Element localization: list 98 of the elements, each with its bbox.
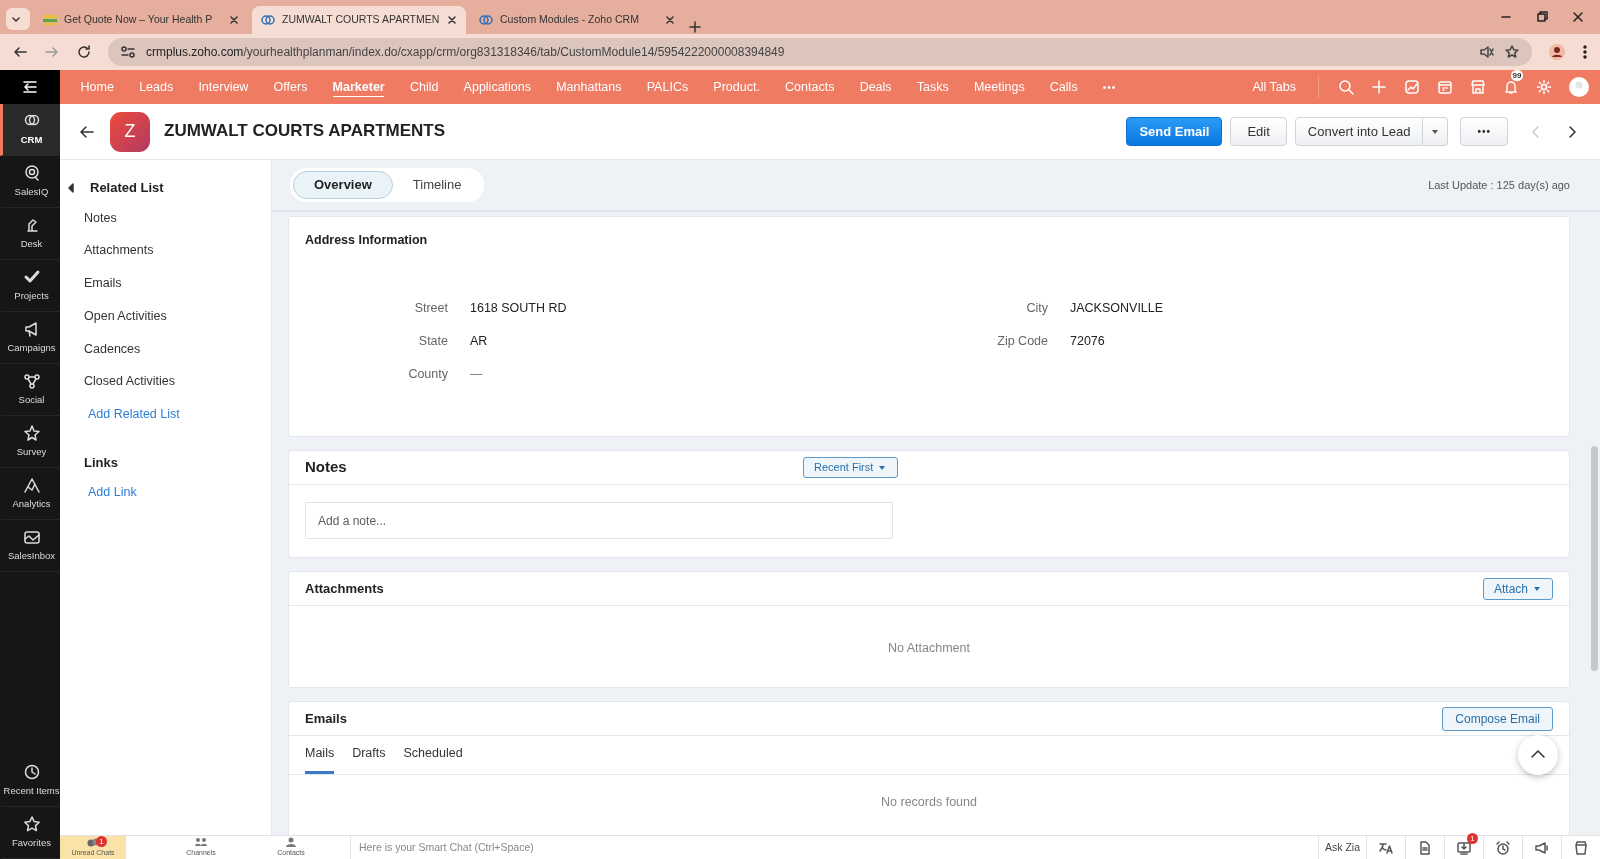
site-settings-icon[interactable]: [120, 44, 136, 60]
card-title: Notes: [305, 457, 348, 478]
app-switcher-item[interactable]: Projects: [0, 260, 60, 312]
app-switcher-item[interactable]: CRM: [0, 104, 60, 156]
more-actions-button[interactable]: •••: [1460, 117, 1508, 146]
browser-tab[interactable]: Custom Modules - Zoho CRM: [470, 6, 684, 34]
address-bar[interactable]: crmplus.zoho.com/yourhealthplanman/index.do/cxapp/crm/org831318346/tab/CustomModule14/5954222000008394849: [108, 38, 1532, 66]
section-heading: Links: [84, 453, 119, 472]
rings-icon: [478, 12, 494, 28]
attach-dropdown[interactable]: Attach: [1482, 577, 1553, 600]
calendar-icon[interactable]: [1436, 79, 1453, 95]
record-avatar: Z: [110, 111, 150, 152]
field-value: JACKSONVILLE: [1070, 299, 1164, 317]
field-value: 72076: [1070, 332, 1105, 350]
field-label: Street: [413, 299, 449, 317]
restore-icon[interactable]: [1536, 11, 1548, 23]
close-icon[interactable]: [664, 14, 676, 26]
convert-into-lead-button[interactable]: Convert into Lead: [1294, 117, 1424, 146]
app-switcher-item[interactable]: Recent Items: [0, 755, 60, 807]
close-icon[interactable]: [1572, 11, 1584, 23]
field-label: County: [407, 365, 449, 383]
app-switcher-item[interactable]: Campaigns: [0, 312, 60, 364]
network-icon: [22, 371, 41, 390]
dropdown-toggle-button[interactable]: [1423, 117, 1449, 146]
close-icon[interactable]: [446, 14, 458, 26]
user-avatar-icon[interactable]: [1568, 76, 1590, 98]
card-title: Attachments: [305, 579, 384, 598]
url-text: crmplus.zoho.com/yourhealthplanman/index.do/cxapp/crm/org831318346/tab/CustomModule14/5954222000008394849: [146, 44, 786, 61]
view-tab[interactable]: Overview: [293, 171, 393, 199]
email-tab[interactable]: Drafts: [352, 736, 386, 774]
field-label: Zip Code: [996, 332, 1049, 350]
reload-icon[interactable]: [76, 44, 92, 60]
related-list-item[interactable]: Notes: [68, 201, 117, 235]
field-value: 1618 SOUTH RD: [470, 299, 567, 317]
related-list-item[interactable]: Open Activities: [68, 299, 167, 333]
kebab-menu-icon[interactable]: [1582, 44, 1588, 60]
field-value: AR: [470, 332, 488, 350]
record-title: ZUMWALT COURTS APARTMENTS: [164, 121, 446, 142]
email-tab[interactable]: Mails: [305, 736, 335, 774]
send-email-button[interactable]: Send Email: [1126, 117, 1223, 146]
striped-flag-icon: [42, 12, 58, 28]
section-heading: Related List: [90, 179, 164, 197]
last-update-text: Last Update : 125 day(s) ago: [1428, 177, 1570, 193]
related-list-item[interactable]: Emails: [68, 267, 122, 300]
browser-tab[interactable]: ZUMWALT COURTS APARTMEN: [252, 6, 466, 34]
edit-button[interactable]: Edit: [1230, 117, 1287, 146]
cup-icon: [1573, 839, 1589, 856]
note-input-field[interactable]: Add a note...: [305, 502, 893, 539]
browser-tab[interactable]: Get Quote Now – Your Health P: [34, 6, 248, 34]
app-switcher-item[interactable]: Social: [0, 364, 60, 416]
empty-state-text: No records found: [881, 794, 977, 809]
megaphone-icon: [1534, 839, 1550, 856]
count-badge: 1: [1467, 832, 1478, 844]
menu-icon[interactable]: [21, 78, 39, 96]
notification-count-badge: 99: [1510, 70, 1524, 81]
app-switcher-item[interactable]: SalesIQ: [0, 156, 60, 208]
document-icon: [1417, 839, 1433, 856]
history-icon: [22, 762, 41, 781]
sort-dropdown[interactable]: Recent First: [803, 457, 899, 478]
star-icon: [22, 814, 41, 833]
close-icon[interactable]: [228, 14, 240, 26]
chart-icon: [22, 475, 41, 494]
group-icon: [194, 836, 208, 848]
chart-icon[interactable]: [1403, 79, 1420, 95]
app-switcher-item[interactable]: Desk: [0, 208, 60, 260]
star-icon[interactable]: [1504, 44, 1520, 60]
add-link[interactable]: Add Link: [68, 476, 271, 509]
card-title: Address Information: [305, 232, 429, 249]
store-icon[interactable]: [1469, 79, 1486, 95]
new-tab-icon[interactable]: [688, 20, 702, 34]
settings-icon[interactable]: [1535, 79, 1552, 95]
view-tab[interactable]: Timeline: [392, 171, 482, 199]
count-badge: 1: [96, 835, 107, 847]
field-value: —: [470, 365, 483, 383]
related-list-item[interactable]: Closed Activities: [68, 365, 175, 398]
person-icon: [284, 836, 298, 848]
tab-list-button[interactable]: [6, 8, 30, 30]
rings-icon: [260, 12, 276, 28]
compose-email-button[interactable]: Compose Email: [1442, 706, 1553, 731]
related-list-item[interactable]: Attachments: [68, 234, 154, 267]
muted-speaker-icon[interactable]: [1478, 44, 1494, 60]
add-related-list-link[interactable]: Add Related List: [68, 398, 271, 431]
app-switcher-item[interactable]: Survey: [0, 416, 60, 468]
alarm-clock-icon: [1495, 839, 1511, 856]
email-tab[interactable]: Scheduled: [403, 736, 463, 774]
search-icon[interactable]: [1337, 79, 1354, 95]
download-icon: [1456, 839, 1472, 856]
back-arrow-icon[interactable]: [12, 44, 28, 60]
bell-icon[interactable]: [1502, 79, 1519, 95]
field-label: City: [1025, 299, 1049, 317]
profile-icon[interactable]: [1548, 43, 1566, 61]
field-label: State: [417, 332, 449, 350]
related-list-item[interactable]: Cadences: [68, 332, 141, 366]
card-title: Emails: [305, 709, 347, 728]
collapse-icon[interactable]: [68, 180, 76, 195]
app-switcher-item[interactable]: SalesInbox: [0, 520, 60, 572]
empty-state-text: No Attachment: [888, 641, 970, 655]
app-switcher-item[interactable]: Analytics: [0, 468, 60, 520]
